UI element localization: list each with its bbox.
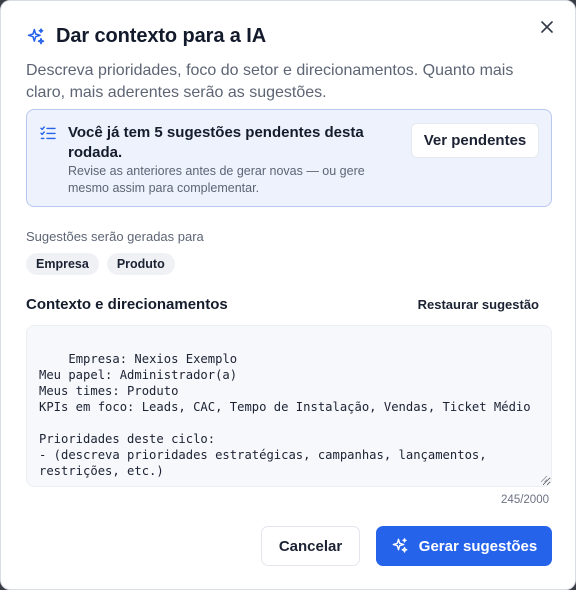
checklist-icon xyxy=(40,126,56,140)
context-textarea[interactable]: Empresa: Nexios Exemplo Meu papel: Admin… xyxy=(26,325,552,487)
restore-suggestion-link[interactable]: Restaurar sugestão xyxy=(418,297,539,312)
target-chips: Empresa Produto xyxy=(26,253,175,275)
target-chip-produto: Produto xyxy=(106,253,175,275)
targets-label: Sugestões serão geradas para xyxy=(26,229,204,244)
view-pending-button[interactable]: Ver pendentes xyxy=(411,123,539,158)
sparkles-icon xyxy=(392,538,408,553)
dialog-header: Dar contexto para a IA Descreva priorida… xyxy=(26,25,551,104)
ai-context-dialog: Dar contexto para a IA Descreva priorida… xyxy=(0,0,576,590)
notice-subtitle: Revise as anteriores antes de gerar nova… xyxy=(68,164,365,195)
notice-title: Você já tem 5 sugestões pendentes desta … xyxy=(68,124,364,161)
sparkles-icon xyxy=(27,27,45,44)
context-text: Empresa: Nexios Exemplo Meu papel: Admin… xyxy=(39,352,531,478)
generate-suggestions-label: Gerar sugestões xyxy=(418,537,538,555)
character-counter: 245/2000 xyxy=(501,494,549,506)
pending-notice: Você já tem 5 sugestões pendentes desta … xyxy=(26,109,552,207)
target-chip-empresa: Empresa xyxy=(26,253,99,275)
title-row: Dar contexto para a IA xyxy=(26,25,551,48)
dialog-title: Dar contexto para a IA xyxy=(56,25,267,47)
resize-handle-icon[interactable] xyxy=(540,475,548,483)
generate-suggestions-button[interactable]: Gerar sugestões xyxy=(376,526,552,566)
context-title: Contexto e direcionamentos xyxy=(26,296,228,313)
cancel-button[interactable]: Cancelar xyxy=(261,526,360,566)
dialog-description: Descreva prioridades, foco do setor e di… xyxy=(26,62,514,101)
